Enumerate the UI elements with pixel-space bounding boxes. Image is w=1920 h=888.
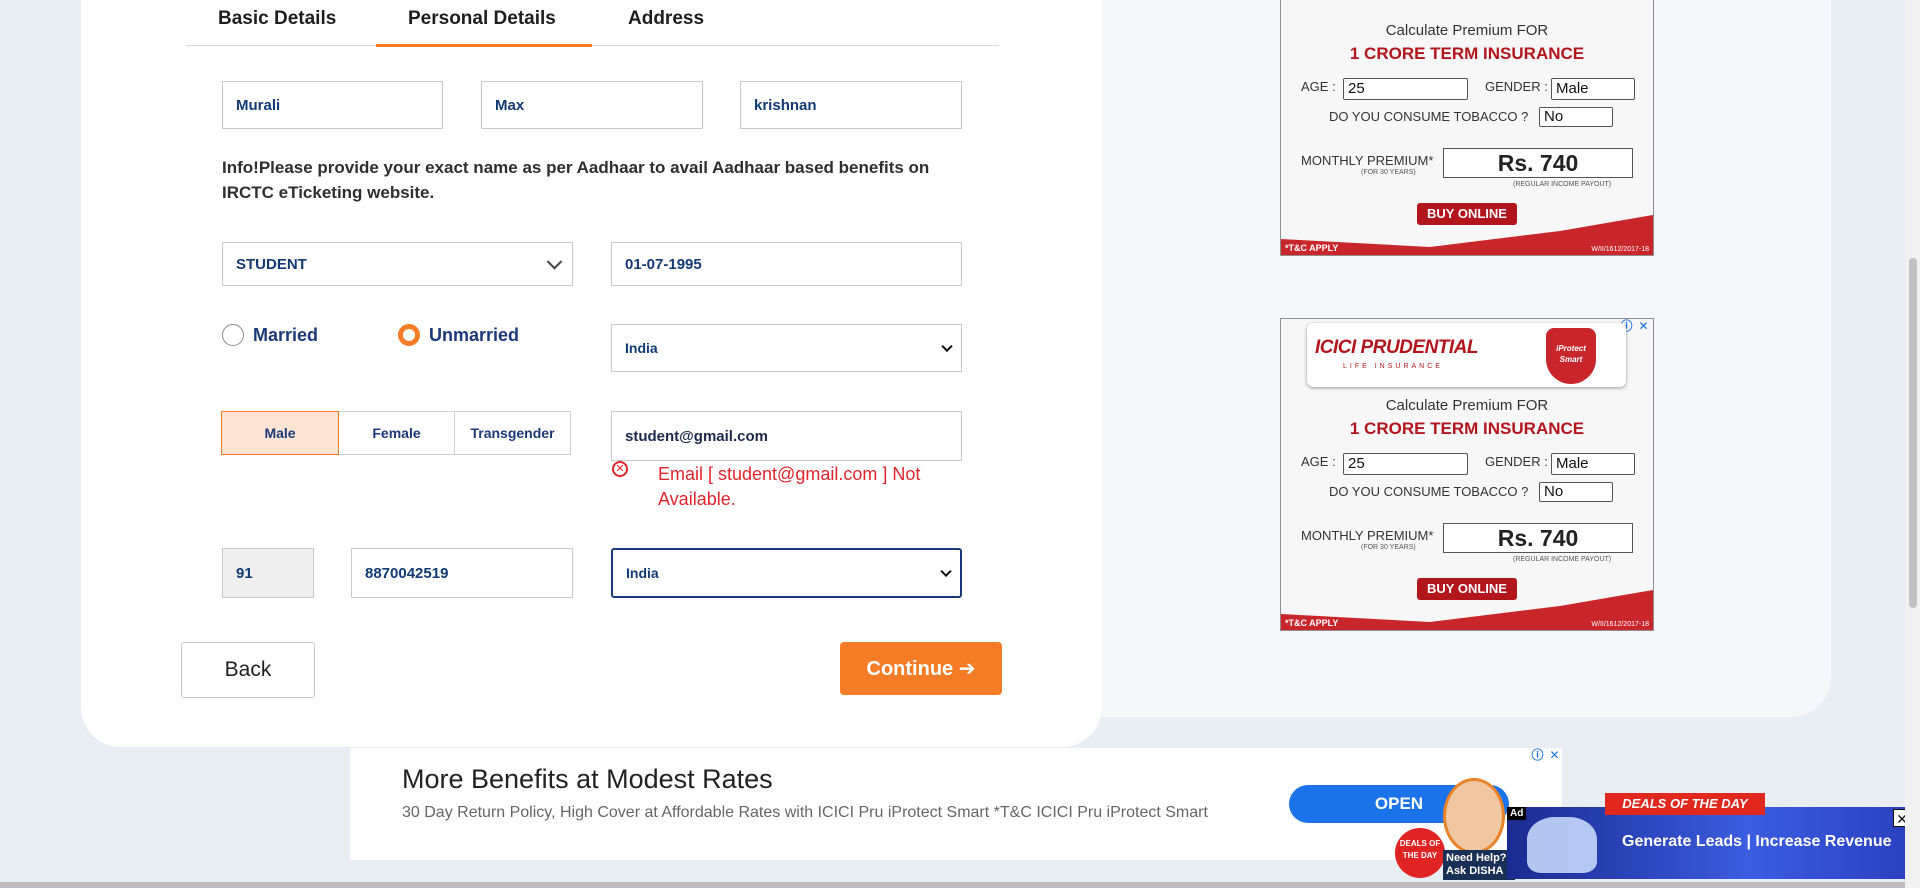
ad-calc-text: Calculate Premium FOR bbox=[1385, 22, 1549, 39]
dob-input[interactable]: 01-07-1995 bbox=[611, 242, 962, 286]
ad-age-label: AGE : bbox=[1301, 79, 1336, 94]
ad-tc: *T&C APPLY bbox=[1285, 243, 1339, 253]
aadhaar-info-text: Info!Please provide your exact name as p… bbox=[222, 158, 930, 202]
nationality-value: India bbox=[626, 565, 659, 581]
gender-transgender-button[interactable]: Transgender bbox=[454, 411, 571, 455]
ad-premium-sub: (FOR 30 YEARS) bbox=[1361, 544, 1416, 551]
ad-gender-select[interactable]: Male bbox=[1551, 453, 1635, 475]
country-select[interactable]: India bbox=[611, 324, 962, 372]
first-name-input[interactable]: Murali bbox=[222, 81, 443, 129]
last-name-input[interactable]: krishnan bbox=[740, 81, 962, 129]
radio-unmarried[interactable]: Unmarried bbox=[398, 324, 519, 346]
ad-logo-frame: ICICI PRUDENTIAL LIFE INSURANCE iProtect… bbox=[1307, 323, 1626, 387]
ad-tc: *T&C APPLY bbox=[1285, 618, 1339, 628]
tab-address[interactable]: Address bbox=[628, 8, 704, 30]
ad-premium-value: Rs. 740 bbox=[1443, 148, 1633, 178]
ad-tobacco-label: DO YOU CONSUME TOBACCO ? bbox=[1329, 484, 1529, 499]
mobile-number-input[interactable]: 8870042519 bbox=[351, 548, 573, 598]
ad-tobacco-select[interactable]: No bbox=[1539, 107, 1613, 127]
occupation-value: STUDENT bbox=[236, 255, 307, 273]
ad-age-select[interactable]: 25 bbox=[1343, 78, 1468, 100]
radio-unchecked-icon bbox=[222, 324, 244, 346]
ad-premium-value: Rs. 740 bbox=[1443, 523, 1633, 553]
deals-text: Generate Leads | Increase Revenue bbox=[1622, 833, 1892, 850]
ad-premium-note: (REGULAR INCOME PAYOUT) bbox=[1513, 556, 1612, 563]
deals-ribbon: DEALS OF THE DAY bbox=[1605, 793, 1765, 815]
close-icon[interactable]: ✕ bbox=[1636, 319, 1651, 334]
tab-personal-details[interactable]: Personal Details bbox=[408, 8, 556, 30]
ad-gender-label: GENDER : bbox=[1485, 454, 1548, 469]
banner-title: More Benefits at Modest Rates bbox=[402, 764, 773, 794]
tab-basic-details[interactable]: Basic Details bbox=[218, 8, 336, 30]
ad-brand-logo: ICICI PRUDENTIAL bbox=[1315, 337, 1479, 358]
ad-calc-text: Calculate Premium FOR bbox=[1385, 397, 1549, 414]
ad-buy-online-button[interactable]: BUY ONLINE bbox=[1417, 578, 1517, 600]
ad-premium-note: (REGULAR INCOME PAYOUT) bbox=[1513, 181, 1612, 188]
banner-ad-choices: ⓘ ✕ bbox=[1530, 748, 1562, 763]
radio-married-label: Married bbox=[253, 324, 319, 345]
ad-age-select[interactable]: 25 bbox=[1343, 453, 1468, 475]
ad-premium-label: MONTHLY PREMIUM* bbox=[1301, 153, 1434, 168]
email-error-message: Email [ student@gmail.com ] Not Availabl… bbox=[658, 464, 921, 509]
deals-badge-icon: DEALS OF THE DAY bbox=[1395, 828, 1445, 878]
isd-code-input[interactable]: 91 bbox=[222, 548, 314, 598]
banner-ad[interactable]: More Benefits at Modest Rates 30 Day Ret… bbox=[350, 748, 1562, 860]
active-tab-indicator bbox=[376, 44, 592, 47]
ad-code: W/II/1612/2017-18 bbox=[1591, 246, 1649, 253]
ad-buy-online-button[interactable]: BUY ONLINE bbox=[1417, 203, 1517, 225]
back-button[interactable]: Back bbox=[181, 642, 315, 698]
ad-premium-sub: (FOR 30 YEARS) bbox=[1361, 169, 1416, 176]
ad-premium-label: MONTHLY PREMIUM* bbox=[1301, 528, 1434, 543]
gender-male-button[interactable]: Male bbox=[221, 411, 339, 455]
ad-age-label: AGE : bbox=[1301, 454, 1336, 469]
close-icon[interactable]: ✕ bbox=[1547, 748, 1562, 763]
tab-bar: Basic Details Personal Details Address bbox=[186, 0, 999, 47]
banner-description: 30 Day Return Policy, High Cover at Affo… bbox=[402, 804, 1208, 821]
gender-segmented-control: Male Female Transgender bbox=[221, 411, 571, 455]
disha-help-label: Need Help? Ask DISHA bbox=[1443, 850, 1515, 880]
ad-gender-label: GENDER : bbox=[1485, 79, 1548, 94]
email-input[interactable]: student@gmail.com bbox=[611, 411, 962, 461]
radio-checked-icon bbox=[398, 324, 420, 346]
chevron-down-icon bbox=[546, 254, 563, 270]
ad-headline: 1 CRORE TERM INSURANCE bbox=[1349, 419, 1585, 438]
ad-tobacco-label: DO YOU CONSUME TOBACCO ? bbox=[1329, 109, 1529, 124]
radio-unmarried-label: Unmarried bbox=[429, 324, 520, 345]
scrollbar[interactable] bbox=[1905, 0, 1920, 888]
chevron-down-icon bbox=[941, 340, 953, 353]
gender-female-button[interactable]: Female bbox=[338, 411, 455, 455]
ad-label: Ad bbox=[1507, 807, 1527, 820]
error-icon: ✕ bbox=[612, 461, 628, 477]
disha-chatbot[interactable]: DEALS OF THE DAY Need Help? Ask DISHA bbox=[1395, 778, 1515, 880]
ad-brand-sub: LIFE INSURANCE bbox=[1343, 363, 1443, 370]
scrollbar-thumb[interactable] bbox=[1909, 258, 1917, 608]
robot-illustration bbox=[1527, 817, 1597, 873]
insurance-ad-2[interactable]: ⓘ ✕ ICICI PRUDENTIAL LIFE INSURANCE iPro… bbox=[1280, 318, 1654, 631]
ad-code: W/II/1612/2017-18 bbox=[1591, 621, 1649, 628]
bottom-strip bbox=[0, 882, 1920, 888]
ad-tobacco-select[interactable]: No bbox=[1539, 482, 1613, 502]
insurance-ad-1[interactable]: Calculate Premium FOR 1 CRORE TERM INSUR… bbox=[1280, 0, 1654, 256]
nationality-select[interactable]: India bbox=[611, 548, 962, 598]
middle-name-input[interactable]: Max bbox=[481, 81, 703, 129]
chevron-down-icon bbox=[940, 565, 952, 578]
info-icon[interactable]: ⓘ bbox=[1530, 748, 1545, 763]
ad-headline: 1 CRORE TERM INSURANCE bbox=[1349, 44, 1585, 63]
continue-button[interactable]: Continue ➔ bbox=[840, 642, 1002, 695]
country-value: India bbox=[625, 340, 658, 356]
ad-gender-select[interactable]: Male bbox=[1551, 78, 1635, 100]
radio-married[interactable]: Married bbox=[222, 324, 318, 346]
deals-ad[interactable]: DEALS OF THE DAY Ad Generate Leads | Inc… bbox=[1507, 793, 1913, 879]
disha-avatar bbox=[1443, 778, 1505, 854]
occupation-select[interactable]: STUDENT bbox=[222, 242, 573, 286]
shield-icon: iProtect Smart bbox=[1546, 328, 1596, 384]
